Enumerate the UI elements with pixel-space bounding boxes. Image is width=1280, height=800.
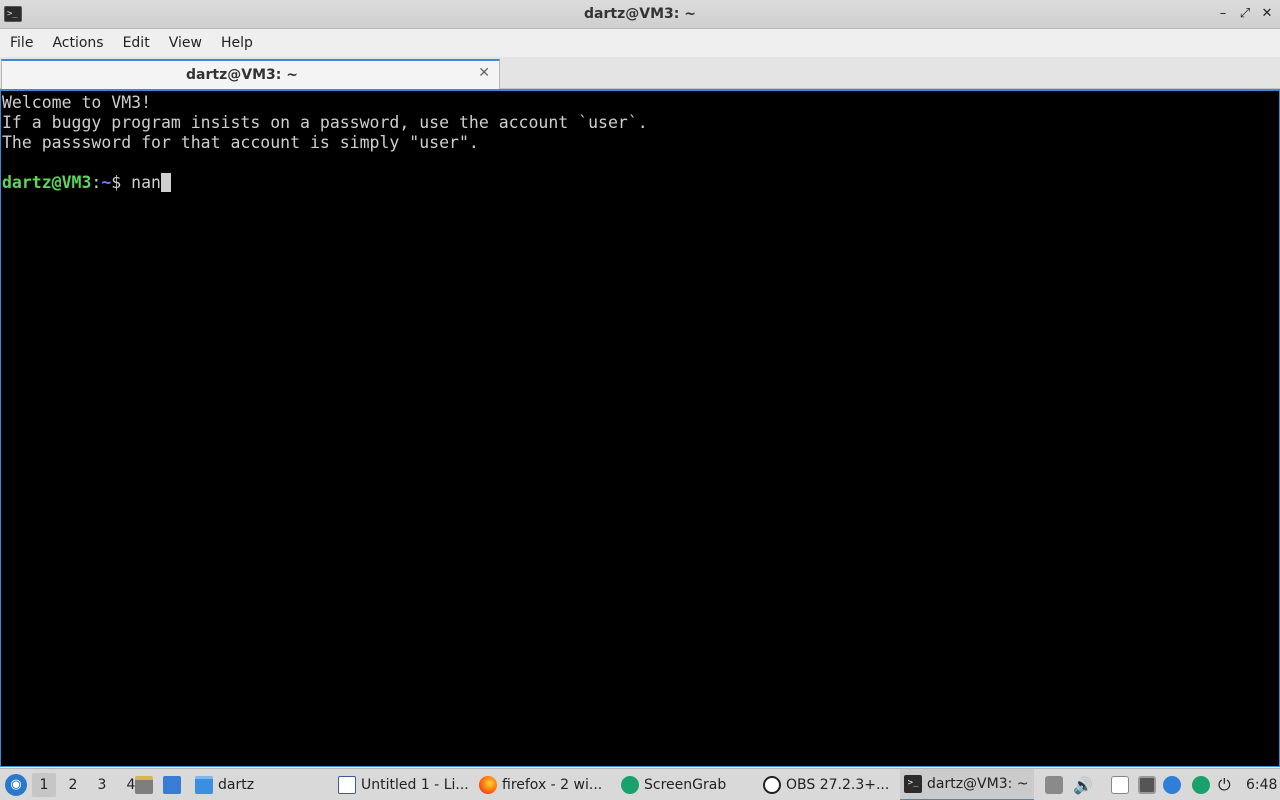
network-icon [1138, 776, 1156, 794]
workspace-switcher: 1 2 3 4 [32, 769, 143, 800]
clipboard-icon [1045, 776, 1063, 794]
maximize-button[interactable]: ⤢ [1238, 4, 1252, 24]
power-icon: ⏻ [1218, 775, 1231, 794]
obs-icon [763, 776, 781, 794]
menu-bar: File Actions Edit View Help [0, 29, 1280, 57]
file-manager-launcher[interactable] [135, 769, 153, 800]
menu-help[interactable]: Help [215, 31, 259, 55]
close-button[interactable]: ✕ [1260, 4, 1274, 24]
minimize-button[interactable]: – [1216, 4, 1230, 24]
terminal-line: The passsword for that account is simply… [2, 133, 479, 152]
task-obs[interactable]: OBS 27.2.3+... [763, 769, 893, 800]
menu-file[interactable]: File [4, 31, 39, 55]
home-folder-launcher[interactable]: dartz [195, 769, 254, 800]
terminal-output[interactable]: Welcome to VM3! If a buggy program insis… [0, 89, 1280, 767]
task-terminal[interactable]: >_ dartz@VM3: ~ [900, 769, 1034, 800]
clock[interactable]: 6:48 [1246, 769, 1277, 800]
command-input[interactable]: nan [131, 173, 161, 192]
notification-icon [1163, 776, 1181, 794]
window-titlebar: >_ dartz@VM3: ~ – ⤢ ✕ [0, 0, 1280, 29]
start-menu-button[interactable]: ◉ [5, 769, 27, 800]
task-label: ScreenGrab [644, 777, 727, 793]
folder-label: dartz [218, 777, 255, 793]
workspace-2[interactable]: 2 [61, 777, 85, 793]
menu-actions[interactable]: Actions [46, 31, 109, 55]
prompt-user: dartz@VM3 [2, 173, 92, 192]
task-libreoffice[interactable]: Untitled 1 - Li... [338, 769, 470, 800]
task-label: Untitled 1 - Li... [361, 777, 469, 793]
prompt-symbol: $ [111, 173, 132, 192]
task-screengrab[interactable]: ScreenGrab [621, 769, 751, 800]
task-label: dartz@VM3: ~ [927, 776, 1029, 792]
task-label: firefox - 2 wi... [502, 777, 603, 793]
document-icon [338, 776, 356, 794]
workspace-1[interactable]: 1 [32, 773, 56, 797]
workspace-3[interactable]: 3 [90, 777, 114, 793]
folder-icon [195, 776, 213, 794]
tray-item[interactable]: 🔊 [1073, 769, 1093, 800]
tab-label: dartz@VM3: ~ [186, 67, 298, 83]
terminal-line: If a buggy program insists on a password… [2, 113, 648, 132]
tray-item[interactable] [1163, 769, 1181, 800]
tray-item[interactable] [1138, 769, 1156, 800]
menu-edit[interactable]: Edit [117, 31, 156, 55]
task-label: OBS 27.2.3+... [786, 777, 890, 793]
tab-close-icon[interactable]: ✕ [478, 65, 490, 81]
desktop-icon [163, 776, 181, 794]
window-title: dartz@VM3: ~ [584, 6, 696, 22]
prompt-path: ~ [101, 173, 112, 192]
clock-time: 6:48 [1246, 777, 1278, 793]
terminal-icon: >_ [904, 775, 922, 793]
start-menu-icon: ◉ [5, 774, 27, 796]
text-cursor [160, 173, 171, 192]
file-manager-icon [135, 776, 153, 794]
tray-item[interactable] [1045, 769, 1063, 800]
tray-item[interactable]: ⏻ [1218, 769, 1231, 800]
volume-icon: 🔊 [1073, 775, 1093, 795]
screengrab-tray-icon [1192, 776, 1210, 794]
taskbar: ◉ 1 2 3 4 dartz Untitled 1 - Li... firef… [0, 768, 1280, 800]
tray-item[interactable] [1192, 769, 1210, 800]
prompt-line[interactable]: dartz@VM3:~$ nan [2, 173, 1278, 193]
notes-icon [1111, 776, 1129, 794]
tab-bar: dartz@VM3: ~ ✕ [0, 57, 1280, 89]
tab-terminal[interactable]: dartz@VM3: ~ ✕ [1, 59, 500, 89]
prompt-separator: : [91, 173, 102, 192]
menu-view[interactable]: View [163, 31, 208, 55]
terminal-line: Welcome to VM3! [2, 93, 152, 112]
show-desktop-button[interactable] [163, 769, 181, 800]
task-firefox[interactable]: firefox - 2 wi... [479, 769, 609, 800]
screengrab-icon [621, 776, 639, 794]
tray-item[interactable] [1111, 769, 1129, 800]
firefox-icon [479, 776, 497, 794]
